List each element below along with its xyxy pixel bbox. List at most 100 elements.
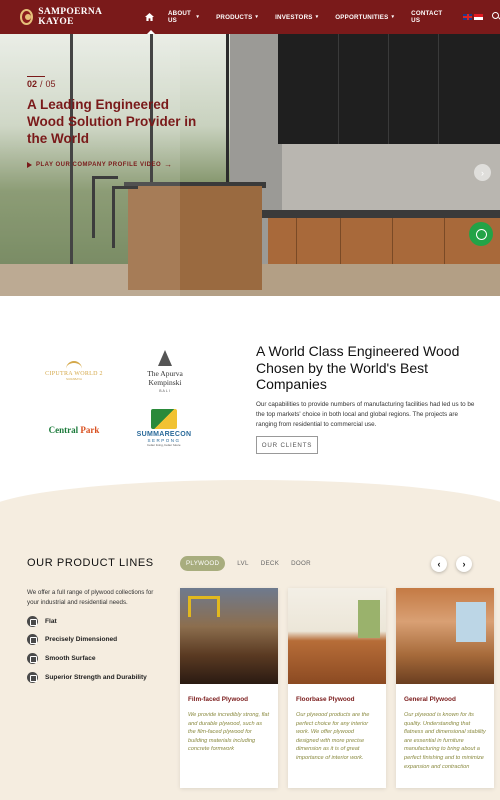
feature-icon — [27, 616, 38, 627]
slide-separator: / — [40, 79, 43, 89]
tab-deck[interactable]: DECK — [261, 560, 279, 567]
feature-icon — [27, 672, 38, 683]
carousel-next-button[interactable]: › — [474, 164, 491, 181]
nav-opportunities[interactable]: OPPORTUNITIES ▾ — [335, 0, 394, 34]
tab-lvl[interactable]: LVL — [237, 560, 248, 567]
product-description: Our plywood products are the perfect cho… — [296, 712, 370, 761]
apurva-name-1: The Apurva — [147, 368, 183, 378]
tab-plywood[interactable]: PLYWOOD — [180, 556, 226, 571]
feature-label: Flat — [45, 618, 57, 625]
main-menu: ABOUT US ▾ PRODUCTS ▾ INVESTORS ▾ OPPORTUNI… — [145, 0, 500, 34]
summarecon-name: SUMMARECON — [136, 431, 192, 438]
top-navbar: SAMPOERNA KAYOE ABOUT US ▾ PRODUCTS ▾ INVE… — [0, 0, 500, 34]
nav-opportunities-label: OPPORTUNITIES — [335, 13, 389, 21]
feature-label: Superior Strength and Durability — [45, 674, 147, 681]
slide-current: 02 — [27, 79, 38, 89]
feature-icon — [27, 653, 38, 664]
hero-backsplash — [282, 144, 500, 212]
apurva-name-2: Kempinski — [148, 377, 182, 387]
nav-contact-us-label: CONTACT US — [411, 10, 443, 24]
product-image-film-faced — [180, 588, 278, 684]
nav-products[interactable]: PRODUCTS ▾ — [216, 0, 258, 34]
cabinet-seam — [388, 34, 389, 144]
summarecon-emblem — [151, 409, 177, 429]
feature-item: Flat — [27, 616, 57, 627]
feature-label: Smooth Surface — [45, 655, 96, 662]
ciputra-sub: SURABAYA — [66, 377, 82, 381]
play-video-link[interactable]: PLAY OUR COMPANY PROFILE VIDEO → — [27, 160, 172, 169]
products-next-button[interactable]: › — [456, 556, 472, 572]
ciputra-emblem — [66, 361, 82, 369]
brand-logo[interactable]: SAMPOERNA KAYOE — [20, 7, 117, 27]
nav-contact-us[interactable]: CONTACT US — [411, 0, 444, 34]
product-image-general — [396, 588, 494, 684]
hero-title: A Leading Engineered Wood Solution Provi… — [27, 97, 197, 146]
central-name-accent: Park — [80, 425, 100, 435]
product-name: Film-faced Plywood — [188, 696, 249, 703]
whatsapp-icon — [475, 228, 487, 240]
feature-item: Precisely Dimensioned — [27, 634, 117, 645]
logo-ciputra-world: CIPUTRA WORLD 2 SURABAYA — [34, 356, 114, 386]
hero-upper-cabinet — [278, 34, 500, 144]
clients-heading: A World Class Engineered Wood Chosen by … — [256, 343, 460, 392]
indonesia-flag-icon[interactable] — [474, 14, 484, 20]
chevron-down-icon: ▾ — [255, 14, 259, 20]
uk-flag-icon[interactable] — [463, 14, 473, 20]
nav-investors[interactable]: INVESTORS ▾ — [275, 0, 318, 34]
product-tabs: PLYWOOD LVL DECK DOOR — [180, 556, 323, 571]
clients-description: Our capabilities to provide numbers of m… — [256, 401, 475, 428]
tab-door[interactable]: DOOR — [291, 560, 311, 567]
client-logos: CIPUTRA WORLD 2 SURABAYA The Apurva Kemp… — [30, 342, 230, 452]
feature-label: Precisely Dimensioned — [45, 636, 118, 643]
product-image-floorbase — [288, 588, 386, 684]
hero-counter — [262, 210, 500, 218]
play-video-label: PLAY OUR COMPANY PROFILE VIDEO — [36, 161, 162, 168]
cabinet-seam — [338, 34, 339, 144]
nav-investors-label: INVESTORS — [275, 13, 313, 21]
slide-counter: 02 / 05 — [27, 76, 56, 89]
product-name: General Plywood — [404, 696, 456, 703]
summarecon-tagline: better living, better future — [147, 443, 181, 447]
hero-carousel: 02 / 05 A Leading Engineered Wood Soluti… — [0, 34, 500, 296]
logo-apurva-kempinski: The Apurva Kempinski BALI — [130, 342, 200, 400]
apurva-sub: BALI — [159, 388, 171, 393]
logo-emblem — [20, 9, 34, 25]
language-switcher — [463, 14, 484, 20]
whatsapp-button[interactable] — [469, 222, 493, 246]
nav-about-us[interactable]: ABOUT US ▾ — [168, 0, 199, 34]
product-card[interactable]: General Plywood Our plywood is known for… — [396, 588, 494, 788]
chevron-right-icon: › — [462, 559, 466, 569]
chevron-down-icon: ▾ — [391, 14, 395, 20]
slide-counter-bar — [27, 76, 45, 77]
product-card[interactable]: Film-faced Plywood We provide incredibly… — [180, 588, 278, 788]
home-icon[interactable] — [145, 0, 156, 34]
brand-name: SAMPOERNA KAYOE — [38, 7, 102, 27]
slide-total: 05 — [45, 79, 56, 89]
feature-icon — [27, 634, 38, 645]
central-name: Central — [48, 425, 79, 435]
feature-item: Superior Strength and Durability — [27, 672, 147, 683]
logo-central-park: Central Park — [34, 416, 114, 444]
play-icon — [27, 161, 32, 168]
nav-about-us-label: ABOUT US — [168, 10, 192, 24]
search-icon[interactable] — [492, 12, 500, 22]
product-name: Floorbase Plywood — [296, 696, 355, 703]
product-card[interactable]: Floorbase Plywood Our plywood products a… — [288, 588, 386, 788]
cabinet-seam — [438, 34, 439, 144]
logo-summarecon: SUMMARECON SERPONG better living, better… — [122, 402, 206, 454]
arrow-right-icon: → — [164, 160, 173, 169]
our-clients-button[interactable]: OUR CLIENTS — [256, 436, 318, 454]
feature-item: Smooth Surface — [27, 653, 96, 664]
chevron-down-icon: ▾ — [196, 14, 200, 20]
chevron-left-icon: ‹ — [437, 559, 441, 569]
products-prev-button[interactable]: ‹ — [431, 556, 447, 572]
apurva-emblem — [158, 349, 172, 366]
chevron-down-icon: ▾ — [315, 14, 319, 20]
product-description: We provide incredibly strong, flat and d… — [188, 712, 270, 753]
central-park-name: Central Park — [49, 425, 100, 435]
nav-products-label: PRODUCTS — [216, 13, 253, 21]
product-lines-description: We offer a full range of plywood collect… — [27, 589, 154, 606]
chevron-right-icon: › — [481, 167, 484, 178]
product-description: Our plywood is known for its quality. Un… — [404, 712, 486, 770]
product-lines-heading: OUR PRODUCT LINES — [27, 557, 154, 569]
